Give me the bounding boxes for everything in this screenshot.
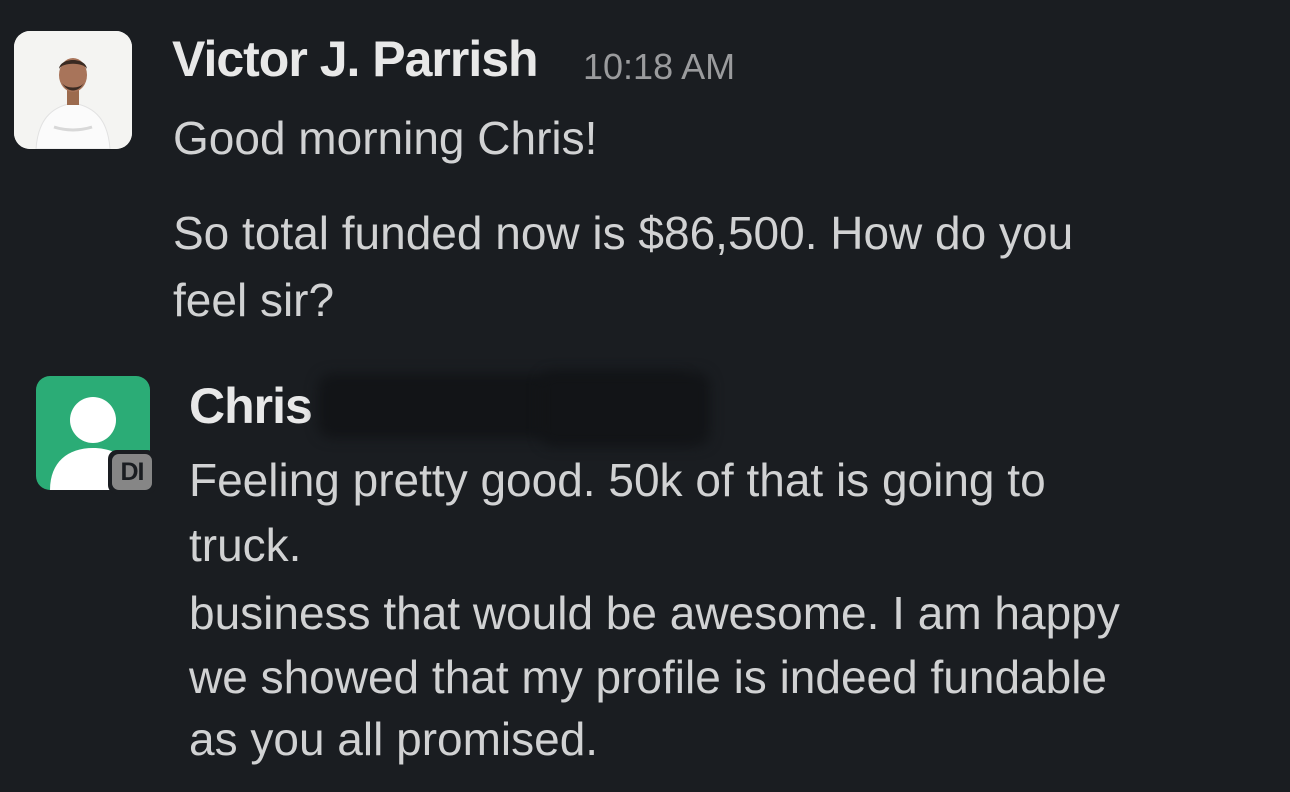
message-text-line: Feeling pretty good. 50k of that is goin…	[189, 454, 1046, 506]
redaction-block	[540, 372, 710, 446]
message-text-line: as you all promised.	[189, 713, 599, 765]
message-author-name[interactable]: Chris	[189, 377, 313, 435]
message-text-line: feel sir?	[173, 274, 335, 326]
message-list: Victor J. Parrish 10:18 AM Good morning …	[0, 0, 1290, 792]
status-badge: DI	[108, 450, 156, 494]
message-text-line: truck.	[189, 519, 302, 571]
message-author-name[interactable]: Victor J. Parrish	[172, 30, 539, 88]
message-text-line: So total funded now is $86,500. How do y…	[173, 207, 1074, 259]
badge-label: DI	[112, 454, 152, 490]
message-text-line: business that would be awesome. I am hap…	[189, 587, 1120, 639]
user-photo-avatar-icon	[14, 31, 132, 149]
message-text-line: Good morning Chris!	[173, 112, 598, 164]
message-timestamp[interactable]: 10:18 AM	[583, 46, 735, 88]
victor-avatar[interactable]	[14, 31, 132, 149]
message-text-line: we showed that my profile is indeed fund…	[189, 651, 1108, 703]
